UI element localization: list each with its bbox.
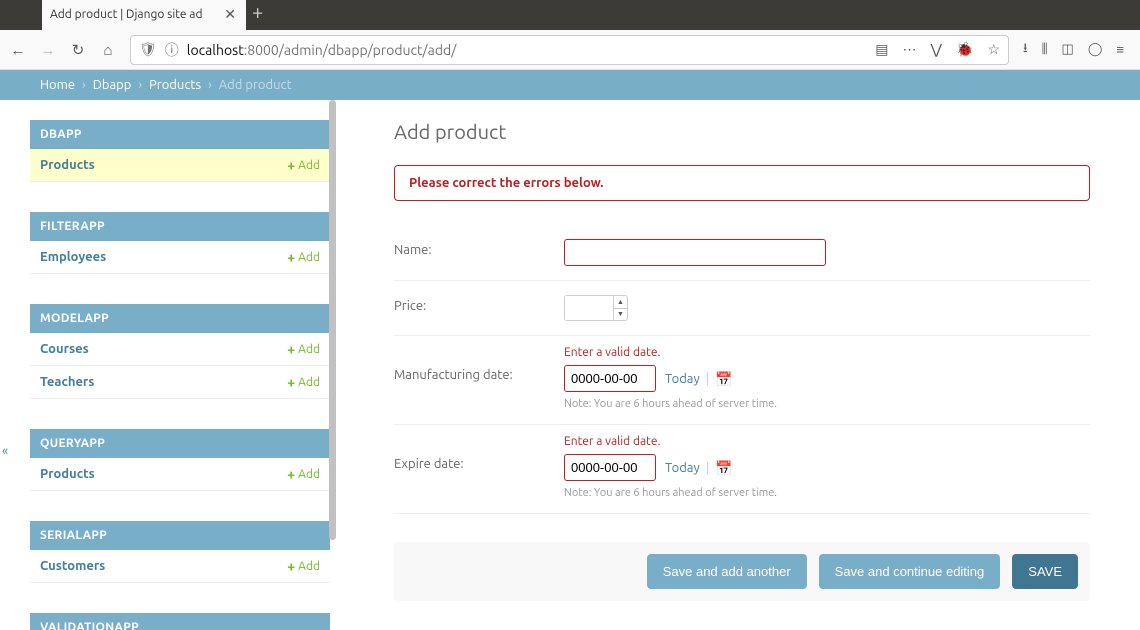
plus-icon: +: [287, 249, 295, 265]
sidebar-add-link[interactable]: + Add: [287, 249, 320, 265]
plus-icon: +: [287, 374, 295, 390]
sidebar-scrollbar[interactable]: [329, 100, 336, 540]
bookmark-star-icon[interactable]: ☆: [987, 41, 1000, 58]
calendar-icon[interactable]: 📅: [715, 460, 732, 477]
price-input[interactable]: [565, 296, 613, 320]
breadcrumb-home[interactable]: Home: [40, 78, 75, 92]
form-row-name: Name:: [394, 225, 1090, 281]
sidebar-add-link[interactable]: + Add: [287, 341, 320, 357]
app-header[interactable]: QUERYAPP: [30, 429, 330, 458]
sidebar-item: Employees + Add: [30, 241, 330, 274]
errornote: Please correct the errors below.: [394, 165, 1090, 201]
error-exp: Enter a valid date.: [564, 435, 1090, 448]
sidebar-item: Courses + Add: [30, 333, 330, 366]
sidebar: DBAPP Products + Add FILTERAPP Employees + Ad…: [30, 100, 330, 630]
bug-icon[interactable]: 🐞: [956, 41, 973, 58]
label-exp: Expire date:: [394, 435, 564, 471]
plus-icon: +: [287, 157, 295, 173]
browser-tab[interactable]: Add product | Django site ad ✕: [42, 0, 246, 30]
exp-today-link[interactable]: Today: [665, 461, 700, 475]
sidebar-add-link[interactable]: + Add: [287, 374, 320, 390]
form-row-exp: Expire date: Enter a valid date. Today |…: [394, 425, 1090, 514]
sidebar-item: Customers + Add: [30, 550, 330, 583]
form-row-mfg: Manufacturing date: Enter a valid date. …: [394, 336, 1090, 425]
exp-help: Note: You are 6 hours ahead of server ti…: [564, 487, 1090, 499]
plus-icon: +: [287, 466, 295, 482]
app-header[interactable]: FILTERAPP: [30, 212, 330, 241]
sidebar-icon[interactable]: ◫: [1062, 42, 1074, 57]
save-continue-button[interactable]: Save and continue editing: [819, 554, 1001, 589]
exp-input[interactable]: [564, 454, 656, 481]
tab-title: Add product | Django site ad: [50, 8, 222, 21]
home-button[interactable]: ⌂: [100, 41, 116, 59]
save-button[interactable]: SAVE: [1012, 554, 1078, 589]
price-input-wrap: ▲▼: [564, 295, 628, 321]
tab-close-icon[interactable]: ✕: [222, 6, 238, 23]
sidebar-model-link[interactable]: Courses: [40, 342, 89, 356]
sidebar-add-link[interactable]: + Add: [287, 157, 320, 173]
pocket-icon[interactable]: ⋁: [931, 41, 942, 58]
sidebar-collapse-icon[interactable]: «: [2, 444, 8, 458]
library-icon[interactable]: ⫼: [1042, 42, 1048, 57]
back-button[interactable]: ←: [10, 41, 26, 59]
sidebar-add-link[interactable]: + Add: [287, 466, 320, 482]
account-icon[interactable]: ◯: [1088, 42, 1103, 57]
url-bar[interactable]: 🛡 ⓘ localhost:8000/admin/dbapp/product/a…: [130, 35, 1009, 65]
mfg-today-link[interactable]: Today: [665, 372, 700, 386]
breadcrumb-model[interactable]: Products: [149, 78, 201, 92]
app-header[interactable]: MODELAPP: [30, 304, 330, 333]
sidebar-item: Products + Add: [30, 458, 330, 491]
new-tab-button[interactable]: +: [252, 0, 263, 23]
sidebar-model-link[interactable]: Teachers: [40, 375, 94, 389]
content: Add product Please correct the errors be…: [394, 100, 1140, 630]
plus-icon: +: [287, 558, 295, 574]
breadcrumb-current: Add product: [219, 78, 292, 92]
reader-icon[interactable]: ▤: [875, 41, 888, 58]
sidebar-model-link[interactable]: Customers: [40, 559, 105, 573]
info-icon[interactable]: ⓘ: [165, 40, 179, 60]
breadcrumb-app[interactable]: Dbapp: [93, 78, 132, 92]
menu-icon[interactable]: ≡: [1116, 42, 1124, 57]
plus-icon: +: [287, 341, 295, 357]
form-row-price: Price: ▲▼: [394, 281, 1090, 336]
name-input[interactable]: [564, 239, 826, 266]
app-header[interactable]: DBAPP: [30, 120, 330, 149]
mfg-help: Note: You are 6 hours ahead of server ti…: [564, 398, 1090, 410]
sidebar-model-link[interactable]: Products: [40, 467, 95, 481]
sidebar-item: Products + Add: [30, 149, 330, 182]
price-spinner[interactable]: ▲▼: [613, 296, 627, 320]
page-title: Add product: [394, 120, 1090, 143]
url-text: localhost:8000/admin/dbapp/product/add/: [187, 42, 457, 58]
sidebar-item: Teachers + Add: [30, 366, 330, 399]
mfg-input[interactable]: [564, 365, 656, 392]
shield-icon[interactable]: 🛡: [139, 41, 157, 58]
error-mfg: Enter a valid date.: [564, 346, 1090, 359]
app-header[interactable]: VALIDATIONAPP: [30, 613, 330, 630]
label-name: Name:: [394, 239, 564, 257]
sidebar-model-link[interactable]: Products: [40, 158, 95, 172]
browser-navbar: ← → ↻ ⌂ 🛡 ⓘ localhost:8000/admin/dbapp/p…: [0, 30, 1140, 70]
reload-button[interactable]: ↻: [70, 41, 86, 59]
label-price: Price:: [394, 295, 564, 313]
calendar-icon[interactable]: 📅: [715, 371, 732, 388]
label-mfg: Manufacturing date:: [394, 346, 564, 382]
save-add-another-button[interactable]: Save and add another: [647, 554, 807, 589]
breadcrumb: Home › Dbapp › Products › Add product: [0, 70, 1140, 100]
sidebar-add-link[interactable]: + Add: [287, 558, 320, 574]
sidebar-model-link[interactable]: Employees: [40, 250, 106, 264]
app-header[interactable]: SERIALAPP: [30, 521, 330, 550]
forward-button: →: [40, 41, 56, 59]
submit-row: Save and add another Save and continue e…: [394, 542, 1090, 601]
downloads-icon[interactable]: ⭳: [1023, 39, 1028, 61]
meatballs-icon[interactable]: ⋯: [903, 41, 917, 58]
